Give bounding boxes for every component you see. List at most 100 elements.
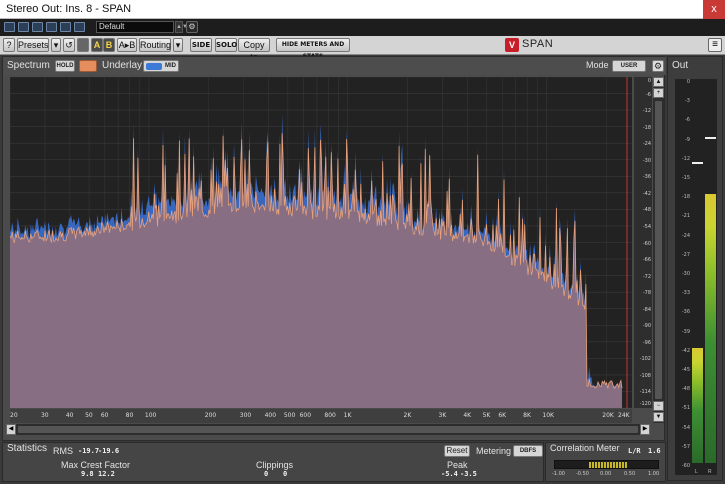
hide-meters-button[interactable]: HIDE METERS AND STATS	[276, 38, 350, 60]
meter-scale-label: -12	[681, 155, 690, 162]
bypass-icon[interactable]	[60, 22, 71, 32]
preset-gear-icon[interactable]: ⚙	[186, 21, 198, 33]
y-axis-label: -42	[642, 190, 651, 197]
copy-a-to-b-button[interactable]: A▸B	[117, 38, 137, 52]
y-axis-label: 0	[647, 78, 651, 84]
preset-b-button[interactable]: B	[103, 38, 115, 52]
copy-to-button[interactable]: Copy to	[238, 38, 270, 62]
y-axis-label: -54	[642, 223, 651, 230]
underlay-mid-button[interactable]: MID	[143, 60, 179, 72]
x-axis-label: 10K	[542, 412, 554, 419]
preset-field[interactable]: Default	[96, 21, 174, 33]
x-axis-label: 40	[65, 412, 74, 419]
meter-scale-label: -42	[681, 347, 690, 354]
crest-right-value: 12.2	[98, 470, 115, 478]
meter-scale-label: -9	[685, 136, 690, 143]
statistics-panel: Statistics RMS -19.7 -19.6 Max Crest Fac…	[2, 442, 544, 482]
correlation-tick: 1.00	[648, 471, 660, 477]
reset-button[interactable]: Reset	[444, 445, 470, 457]
scroll-down-icon[interactable]: ▼	[653, 412, 664, 422]
y-axis-label: -84	[642, 306, 651, 313]
preset-a-button[interactable]: A	[91, 38, 103, 52]
compare-icon[interactable]	[46, 22, 57, 32]
meter-bar-right	[705, 194, 716, 463]
mode-select[interactable]: USER	[612, 60, 646, 72]
x-axis-label: 24K	[618, 412, 630, 419]
mode-label: Mode	[586, 60, 609, 70]
meter-scale-label: 0	[686, 79, 690, 85]
correlation-mode[interactable]: L/R	[628, 447, 641, 455]
meter-scale-label: -48	[681, 386, 690, 393]
x-axis-label: 6K	[498, 412, 507, 419]
settings-icon[interactable]	[74, 22, 85, 32]
close-button[interactable]: x	[703, 0, 725, 19]
meter-scale-label: -45	[681, 367, 690, 373]
clippings-label: Clippings	[256, 460, 294, 470]
x-axis-label: 50	[85, 412, 93, 419]
side-button[interactable]: SIDE	[190, 38, 212, 52]
read-icon[interactable]	[18, 22, 29, 32]
help-button[interactable]: ?	[3, 38, 15, 52]
rms-label: RMS	[53, 446, 73, 456]
y-axis-label: -6	[646, 91, 651, 98]
routing-dropdown-icon[interactable]: ▾	[173, 38, 183, 52]
redo-icon[interactable]	[77, 38, 89, 52]
window-title: Stereo Out: Ins. 8 - SPAN	[6, 3, 132, 15]
output-meter-bars: L R	[692, 79, 716, 475]
scroll-left-icon[interactable]: ◀	[6, 424, 16, 435]
meter-scale-label: -60	[681, 463, 690, 469]
y-axis-label: -114	[639, 389, 651, 396]
vertical-scroll-thumb[interactable]	[655, 101, 662, 399]
zoom-out-icon[interactable]: −	[653, 401, 664, 411]
hold-color-swatch[interactable]	[79, 60, 97, 72]
meter-bar-left	[692, 347, 703, 463]
meter-scale-label: -30	[681, 271, 690, 277]
x-axis-labels: 20 30 40 50 60 80 100 200 300 400 500 600 800 1K 2K 3K 4…	[10, 409, 632, 423]
solo-button[interactable]: SOLO	[215, 38, 237, 52]
hold-button[interactable]: HOLD	[55, 60, 75, 72]
zoom-in-icon[interactable]: +	[653, 88, 664, 98]
rms-right-value: -19.6	[98, 447, 120, 455]
mode-gear-icon[interactable]: ⚙	[652, 60, 664, 72]
x-axis-label: 4K	[463, 412, 472, 419]
spectrum-plot[interactable]	[10, 77, 632, 408]
spectrum-label: Spectrum	[7, 60, 50, 71]
y-axis-label: -48	[642, 207, 651, 214]
meter-scale-label: -51	[681, 405, 690, 412]
meter-scale-label: -27	[681, 251, 690, 258]
peak-label: Peak	[447, 460, 468, 470]
y-axis-label: -60	[642, 240, 651, 247]
scroll-right-icon[interactable]: ▶	[640, 424, 650, 435]
preset-arrows-icon[interactable]: ▲▼	[175, 21, 188, 33]
x-axis-label: 3K	[438, 412, 447, 419]
horizontal-scrollbar[interactable]: ◀ ▶	[6, 424, 650, 435]
y-axis-label: -90	[642, 323, 651, 330]
metering-label: Metering	[476, 446, 512, 456]
y-axis-label: -96	[642, 339, 651, 346]
x-axis-label: 200	[204, 412, 217, 419]
presets-button[interactable]: Presets	[17, 38, 49, 52]
output-meter-label: Out	[672, 60, 689, 71]
output-meter-panel: Out 0 -3 -6 -9 -12 -15 -18 -21 -24 -27 -30 -33 -36 -3…	[667, 56, 723, 481]
x-axis-label: 600	[299, 412, 312, 419]
write-icon[interactable]	[32, 22, 43, 32]
title-bar: Stereo Out: Ins. 8 - SPAN x	[0, 0, 725, 19]
undo-icon[interactable]: ↺	[63, 38, 75, 52]
scroll-up-icon[interactable]: ▲	[653, 77, 664, 87]
meter-scale-label: -36	[681, 309, 690, 316]
presets-dropdown-icon[interactable]: ▾	[51, 38, 61, 52]
routing-button[interactable]: Routing	[139, 38, 171, 52]
horizontal-scroll-thumb[interactable]	[18, 426, 638, 433]
vertical-scrollbar[interactable]: ▲ + − ▼	[653, 77, 664, 423]
rms-left-value: -19.7	[78, 447, 100, 455]
menu-icon[interactable]: ≡	[708, 38, 722, 52]
x-axis-label: 80	[125, 412, 134, 419]
power-icon[interactable]	[4, 22, 15, 32]
metering-mode-select[interactable]: DBFS	[513, 445, 543, 457]
spectrum-panel: Spectrum HOLD Underlay MID Mode USER ⚙ 0…	[2, 56, 666, 441]
x-axis-label: 2K	[403, 412, 412, 419]
correlation-meter	[554, 460, 659, 469]
max-crest-label: Max Crest Factor	[61, 460, 131, 470]
peak-right-value: -3.5	[460, 470, 477, 478]
main-spectrum-fill	[10, 133, 622, 408]
